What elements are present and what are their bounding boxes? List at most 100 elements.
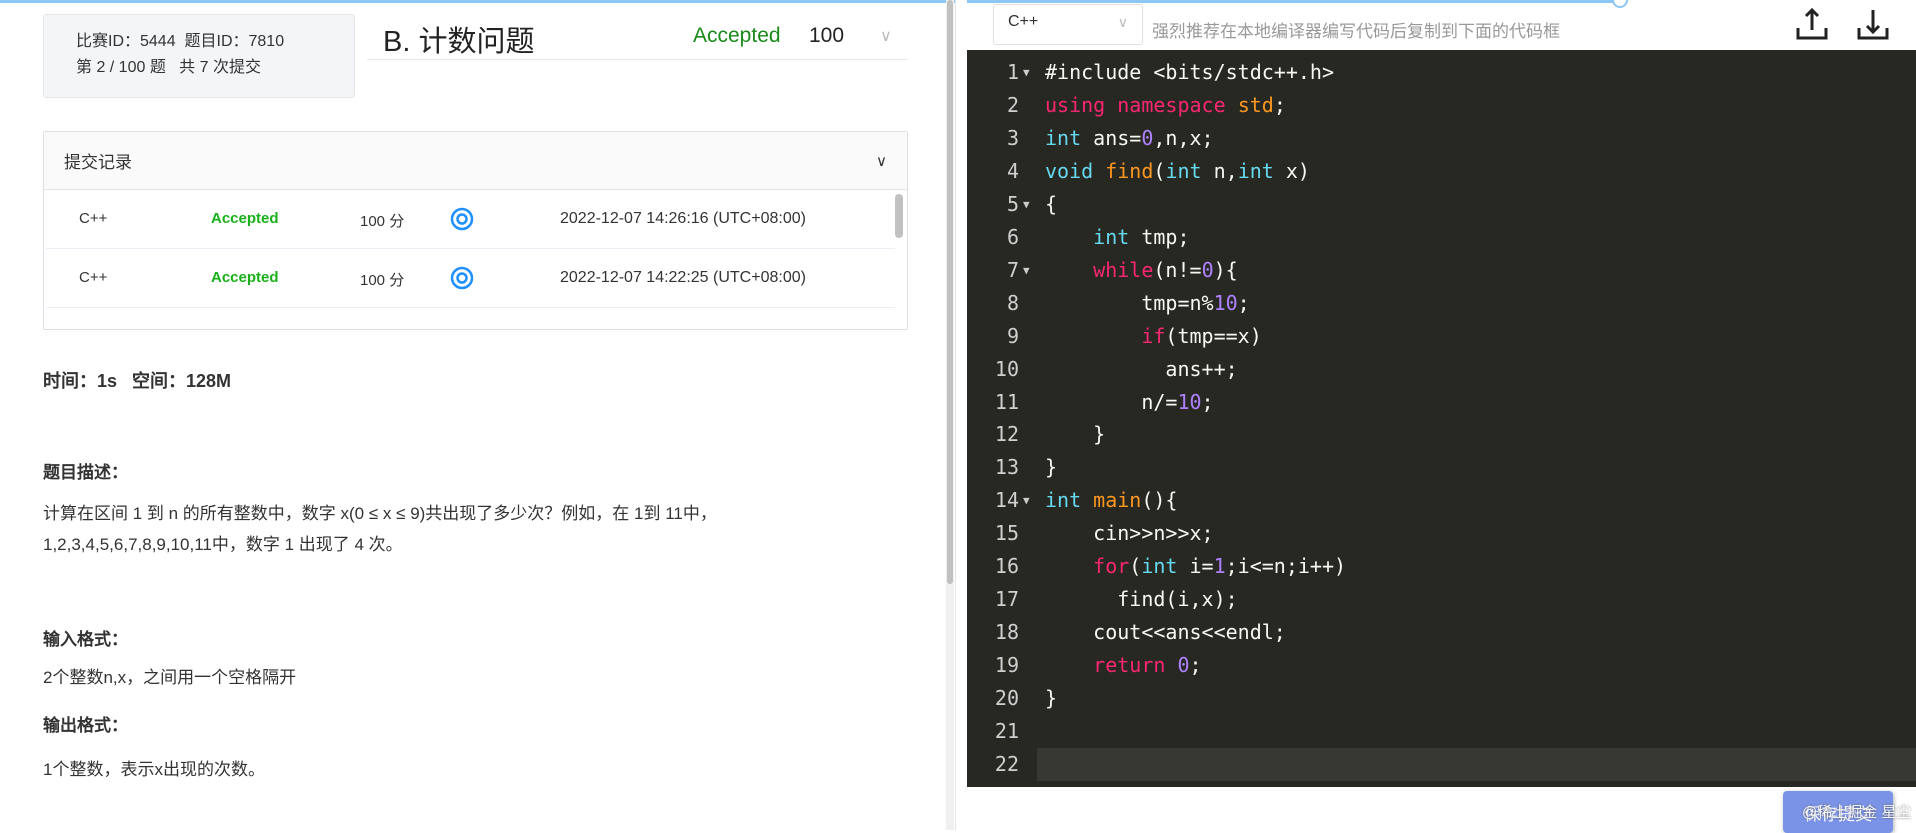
code-line: 1 ▼ #include <bits/stdc++.h> — [967, 56, 1916, 89]
upload-icon[interactable] — [1794, 6, 1830, 42]
table-row: C++ Accepted 100 分 2022-12-07 14:26:16 (UTC… — [46, 190, 895, 249]
description-text: 计算在区间 1 到 n 的所有整数中，数字 x(0 ≤ x ≤ 9)共出现了多少… — [43, 498, 863, 560]
submission-history-header[interactable]: 提交记录 ∨ — [44, 132, 907, 190]
code-token: int — [1045, 125, 1082, 150]
code-line: 17 find(i,x); — [967, 583, 1916, 616]
input-heading: 输入格式： — [43, 630, 128, 649]
fold-arrow-icon[interactable]: ▼ — [1023, 254, 1030, 287]
table-row: C++ Accepted 100 分 2022-12-07 14:22:25 (UTC… — [46, 249, 895, 308]
language-select[interactable]: C++ ∨ — [993, 4, 1143, 45]
code-token: return — [1093, 653, 1166, 678]
code-token: int — [1141, 554, 1178, 579]
language-value: C++ — [1008, 13, 1039, 30]
contest-id: 比赛ID：5444 — [76, 33, 176, 50]
code-text: void find(int n,int x) — [1045, 155, 1310, 188]
description-line: 1,2,3,4,5,6,7,8,9,10,11中，数字 1 出现了 4 次。 — [43, 535, 403, 554]
divider — [367, 59, 908, 60]
code-line: 2 using namespace std; — [967, 89, 1916, 122]
chevron-down-icon[interactable]: ∨ — [880, 26, 892, 46]
code-token: cin>>n>>x; — [1045, 521, 1214, 546]
submit-time: 2022-12-07 14:26:16 (UTC+08:00) — [560, 210, 806, 227]
output-text: 1个整数，表示x出现的次数。 — [43, 760, 265, 779]
code-token: 0 — [1141, 125, 1154, 150]
score: 100 分 — [360, 272, 405, 289]
progress-knob[interactable] — [1612, 0, 1628, 8]
code-line: 11 n/=10; — [967, 386, 1916, 419]
code-line: 21 — [967, 715, 1916, 748]
code-token: 10 — [1177, 389, 1202, 414]
problem-id: 题目ID：7810 — [184, 33, 285, 50]
input-text: 2个整数n,x，之间用一个空格隔开 — [43, 668, 297, 687]
problem-panel: 比赛ID：5444 题目ID：7810 第 2 / 100 题 共 7 次提交 … — [0, 0, 950, 830]
line-number: 2 — [1006, 92, 1019, 117]
scrollbar[interactable] — [895, 194, 903, 238]
code-text: while(n!=0){ — [1045, 254, 1238, 287]
code-token: cout<<ans<<endl; — [1045, 620, 1286, 645]
code-token: ,n,x; — [1153, 125, 1214, 150]
code-line: 20} — [967, 682, 1916, 715]
code-token: ans++; — [1045, 356, 1238, 381]
code-line: 15 cin>>n>>x; — [967, 517, 1916, 550]
line-number: 22 — [994, 751, 1019, 776]
code-line: 12 } — [967, 418, 1916, 451]
code-text: int tmp; — [1045, 221, 1189, 254]
code-token: } — [1045, 686, 1058, 711]
code-token: std — [1237, 92, 1274, 117]
line-number: 16 — [994, 554, 1019, 579]
submit-time: 2022-12-07 14:22:25 (UTC+08:00) — [560, 269, 806, 286]
code-line: 10 ans++; — [967, 353, 1916, 386]
code-token: 1 — [1213, 554, 1226, 579]
download-icon[interactable] — [1855, 6, 1891, 42]
description-heading: 题目描述： — [43, 463, 128, 482]
fold-arrow-icon[interactable]: ▼ — [1023, 188, 1030, 221]
line-number: 12 — [994, 422, 1019, 447]
fold-arrow-icon[interactable]: ▼ — [1023, 484, 1030, 517]
panel-resizer[interactable]: ··· — [955, 0, 1916, 830]
line-number: 20 — [994, 686, 1019, 711]
code-token: void — [1045, 158, 1094, 183]
submission-count: 共 7 次提交 — [179, 59, 261, 76]
code-token: 10 — [1213, 290, 1238, 315]
code-token: (tmp==x) — [1165, 323, 1262, 348]
code-token: n, — [1201, 158, 1238, 183]
code-token: } — [1045, 455, 1058, 480]
code-token: n/= — [1045, 389, 1178, 414]
code-line: 18 cout<<ans<<endl; — [967, 616, 1916, 649]
left-scrollbar-thumb[interactable] — [947, 0, 953, 584]
lang: C++ — [79, 210, 108, 227]
line-number: 10 — [994, 356, 1019, 381]
editor-hint: 强烈推荐在本地编译器编写代码后复制到下面的代码框 — [1152, 22, 1560, 41]
fold-arrow-icon[interactable]: ▼ — [1023, 56, 1030, 89]
line-number: 4 — [1006, 158, 1019, 183]
code-text: cin>>n>>x; — [1045, 517, 1214, 550]
code-token: 0 — [1177, 653, 1190, 678]
line-number: 5 — [1006, 191, 1019, 216]
eye-icon[interactable] — [449, 206, 475, 236]
code-line: 8 tmp=n%10; — [967, 287, 1916, 320]
line-number: 17 — [994, 587, 1019, 612]
line-number: 3 — [1006, 125, 1019, 150]
code-line: 9 if(tmp==x) — [967, 320, 1916, 353]
code-text: cout<<ans<<endl; — [1045, 616, 1286, 649]
code-token: ( — [1153, 158, 1166, 183]
code-text: tmp=n%10; — [1045, 287, 1249, 320]
eye-icon[interactable] — [449, 265, 475, 295]
line-number: 8 — [1006, 290, 1019, 315]
code-editor[interactable]: 1 ▼ #include <bits/stdc++.h> 2 using namespa… — [967, 50, 1916, 787]
problem-position: 第 2 / 100 题 — [76, 59, 166, 76]
chevron-down-icon[interactable]: ∨ — [876, 152, 887, 170]
code-text: #include <bits/stdc++.h> — [1045, 56, 1334, 89]
code-text: } — [1045, 451, 1057, 484]
code-token: (n!= — [1153, 257, 1202, 282]
code-text: for(int i=1;i<=n;i++) — [1045, 550, 1346, 583]
line-number: 19 — [994, 653, 1019, 678]
code-text: n/=10; — [1045, 386, 1213, 419]
